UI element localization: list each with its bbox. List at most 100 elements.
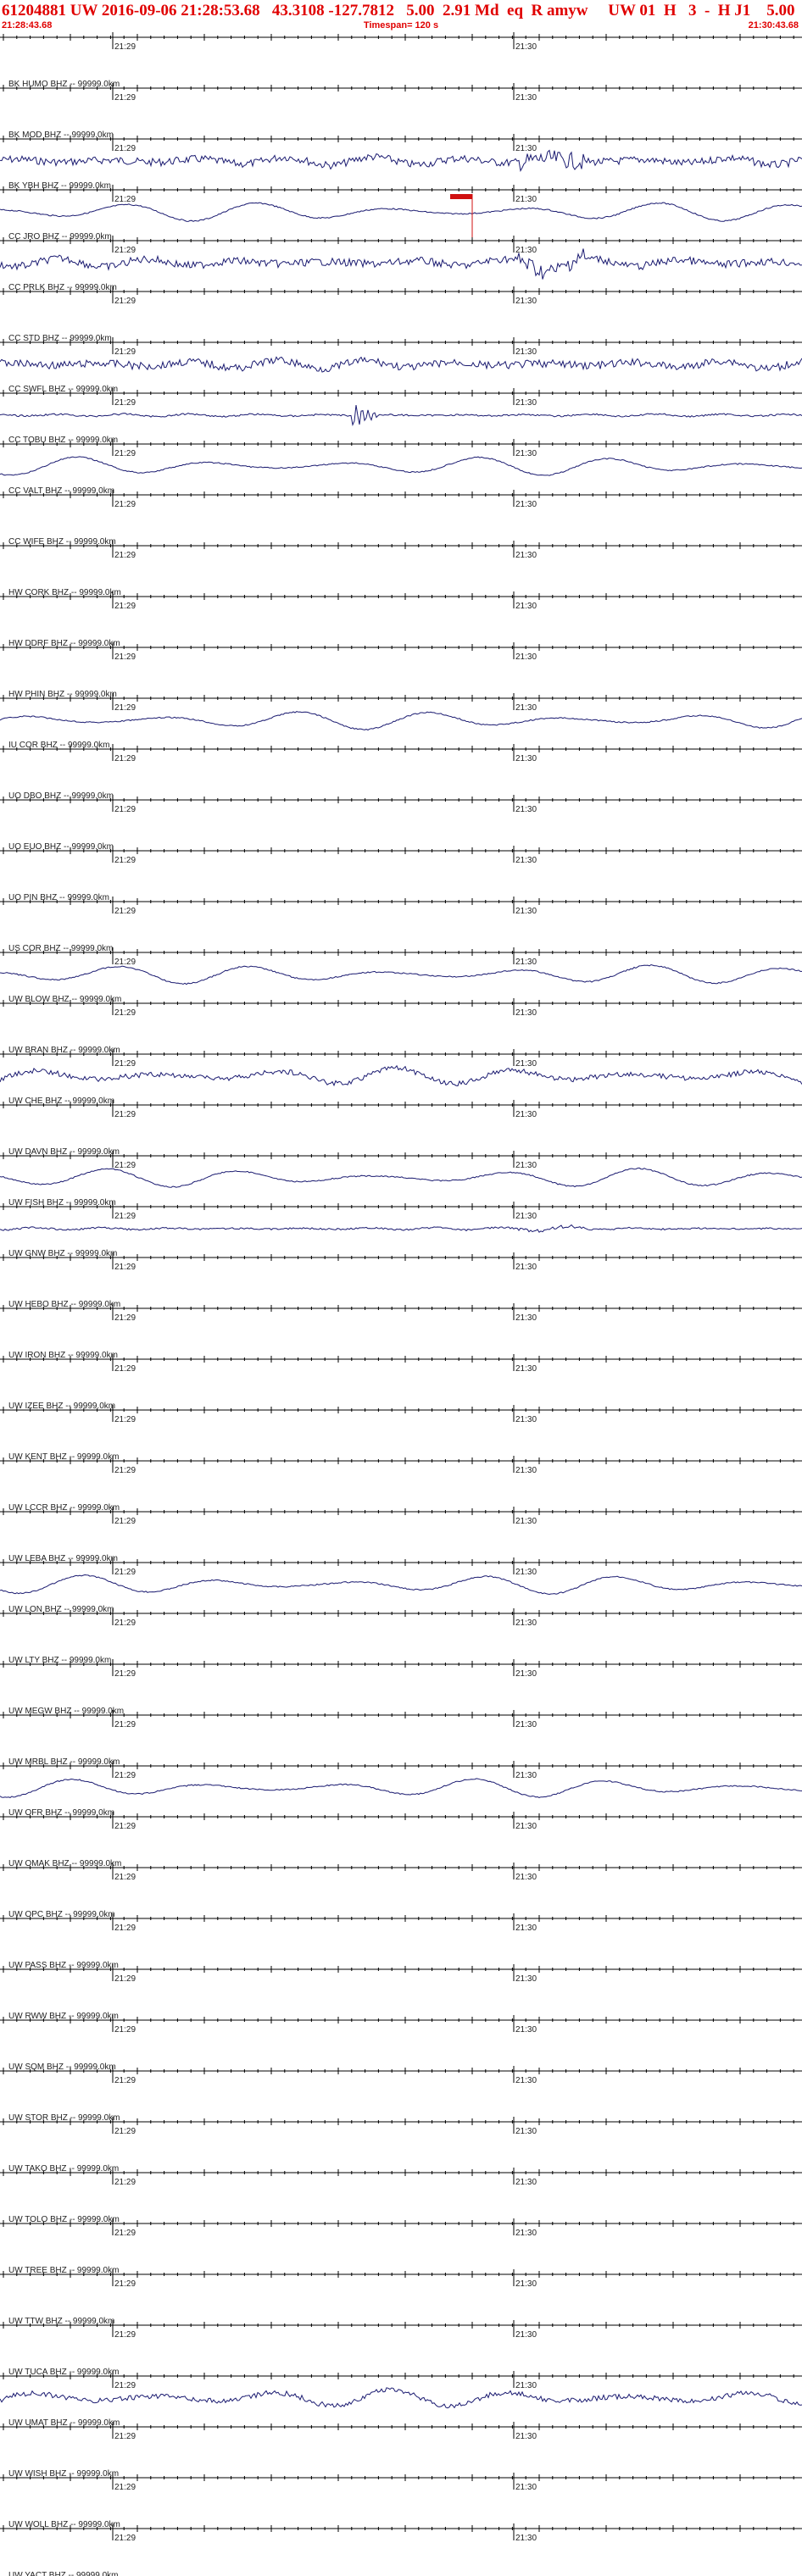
minute-label: 21:30 — [515, 2534, 537, 2543]
minute-label: 21:30 — [515, 1059, 537, 1069]
minute-label: 21:30 — [515, 2381, 537, 2390]
station-label: UW OMAK BHZ -- 99999.0km — [8, 1859, 121, 1868]
station-label: UW LON BHZ -- 99999.0km — [8, 1605, 114, 1614]
minute-label: 21:29 — [114, 1771, 136, 1780]
station-label: UO EUO BHZ -- 99999.0km — [8, 842, 114, 852]
seismogram-panel: 21:29 21:30 BK HUMO BHZ -- 99999.0km 21:29 2… — [0, 32, 802, 2576]
minute-label: 21:29 — [114, 1466, 136, 1475]
minute-label: 21:30 — [515, 398, 537, 408]
minute-label: 21:30 — [515, 42, 537, 52]
station-label: UW RWW BHZ -- 99999.0km — [8, 2012, 119, 2021]
minute-label: 21:30 — [515, 958, 537, 967]
minute-label: 21:29 — [114, 2381, 136, 2390]
minute-label: 21:30 — [515, 551, 537, 560]
station-label: UW TAKO BHZ -- 99999.0km — [8, 2164, 119, 2174]
station-label: UW WOLL BHZ -- 99999.0km — [8, 2520, 120, 2529]
station-label: UW MEGW BHZ -- 99999.0km — [8, 1707, 124, 1716]
station-label: UW STOR BHZ -- 99999.0km — [8, 2113, 120, 2123]
minute-label: 21:29 — [114, 1313, 136, 1323]
minute-label: 21:29 — [114, 347, 136, 357]
station-label: UW UMAT BHZ -- 99999.0km — [8, 2418, 120, 2428]
station-label: HW DDRF BHZ -- 99999.0km — [8, 639, 120, 648]
minute-label: 21:30 — [515, 195, 537, 204]
minute-label: 21:30 — [515, 1517, 537, 1526]
station-label: UW KENT BHZ -- 99999.0km — [8, 1452, 119, 1462]
minute-label: 21:29 — [114, 2025, 136, 2035]
minute-label: 21:29 — [114, 2178, 136, 2187]
station-label: UW LEBA BHZ -- 99999.0km — [8, 1554, 118, 1563]
minute-label: 21:29 — [114, 1263, 136, 1272]
minute-label: 21:29 — [114, 1669, 136, 1679]
minute-label: 21:29 — [114, 907, 136, 916]
minute-label: 21:29 — [114, 144, 136, 153]
minute-label: 21:30 — [515, 1771, 537, 1780]
waveform-trace — [0, 711, 802, 731]
station-label: CC STD BHZ -- 99999.0km — [8, 334, 112, 343]
minute-label: 21:30 — [515, 347, 537, 357]
waveform-trace — [0, 1224, 802, 1233]
minute-label: 21:29 — [114, 1008, 136, 1018]
station-label: UW TUCA BHZ -- 99999.0km — [8, 2368, 119, 2377]
minute-label: 21:29 — [114, 297, 136, 306]
station-label: UW TREE BHZ -- 99999.0km — [8, 2266, 119, 2275]
minute-label: 21:30 — [515, 1110, 537, 1119]
minute-label: 21:30 — [515, 907, 537, 916]
station-label: UW TOLO BHZ -- 99999.0km — [8, 2215, 120, 2224]
station-label: BK YBH BHZ -- 99999.0km — [8, 181, 111, 191]
minute-label: 21:30 — [515, 2432, 537, 2441]
minute-label: 21:29 — [114, 1059, 136, 1069]
minute-label: 21:29 — [114, 754, 136, 763]
minute-label: 21:29 — [114, 1822, 136, 1831]
minute-label: 21:29 — [114, 2330, 136, 2340]
minute-label: 21:30 — [515, 1974, 537, 1984]
minute-label: 21:29 — [114, 42, 136, 52]
minute-label: 21:29 — [114, 1517, 136, 1526]
station-label: UW OPC BHZ -- 99999.0km — [8, 1910, 115, 1919]
minute-label: 21:30 — [515, 1161, 537, 1170]
minute-label: 21:30 — [515, 144, 537, 153]
minute-label: 21:30 — [515, 2483, 537, 2492]
waveform-trace — [0, 2387, 802, 2409]
minute-label: 21:29 — [114, 2483, 136, 2492]
station-label: CC SWFL BHZ -- 99999.0km — [8, 385, 118, 394]
station-label: UW IZEE BHZ -- 99999.0km — [8, 1402, 115, 1411]
station-label: HW CORK BHZ -- 99999.0km — [8, 588, 121, 597]
station-label: UW WISH BHZ -- 99999.0km — [8, 2469, 119, 2479]
waveform-trace — [0, 963, 802, 985]
minute-label: 21:30 — [515, 754, 537, 763]
minute-label: 21:29 — [114, 805, 136, 814]
minute-label: 21:29 — [114, 2432, 136, 2441]
minute-label: 21:30 — [515, 805, 537, 814]
station-label: UW FISH BHZ -- 99999.0km — [8, 1198, 116, 1208]
minute-label: 21:29 — [114, 703, 136, 713]
minute-label: 21:29 — [114, 856, 136, 865]
minute-label: 21:30 — [515, 2127, 537, 2136]
waveform-trace — [0, 1574, 802, 1596]
station-label: UW BLOW BHZ -- 99999.0km — [8, 995, 121, 1004]
waveform-trace — [0, 1167, 802, 1188]
minute-label: 21:29 — [114, 1873, 136, 1882]
minute-label: 21:30 — [515, 1313, 537, 1323]
minute-label: 21:30 — [515, 1568, 537, 1577]
minute-label: 21:30 — [515, 1669, 537, 1679]
minute-label: 21:30 — [515, 2279, 537, 2289]
minute-label: 21:30 — [515, 1008, 537, 1018]
station-label: CC TOBU BHZ -- 99999.0km — [8, 436, 118, 445]
minute-label: 21:30 — [515, 449, 537, 458]
minute-label: 21:29 — [114, 551, 136, 560]
minute-label: 21:30 — [515, 2229, 537, 2238]
station-label: UW BRAN BHZ -- 99999.0km — [8, 1046, 120, 1055]
station-label: UW LCCR BHZ -- 99999.0km — [8, 1503, 120, 1513]
minute-label: 21:29 — [114, 958, 136, 967]
minute-label: 21:30 — [515, 652, 537, 662]
minute-label: 21:29 — [114, 1568, 136, 1577]
minute-label: 21:29 — [114, 449, 136, 458]
minute-label: 21:29 — [114, 1110, 136, 1119]
station-label: UW OFR BHZ -- 99999.0km — [8, 1808, 114, 1818]
minute-label: 21:30 — [515, 1263, 537, 1272]
pick-marker[interactable] — [450, 194, 472, 199]
waveform-trace — [0, 1778, 802, 1798]
minute-label: 21:29 — [114, 1974, 136, 1984]
minute-label: 21:29 — [114, 602, 136, 611]
minute-label: 21:30 — [515, 2076, 537, 2085]
